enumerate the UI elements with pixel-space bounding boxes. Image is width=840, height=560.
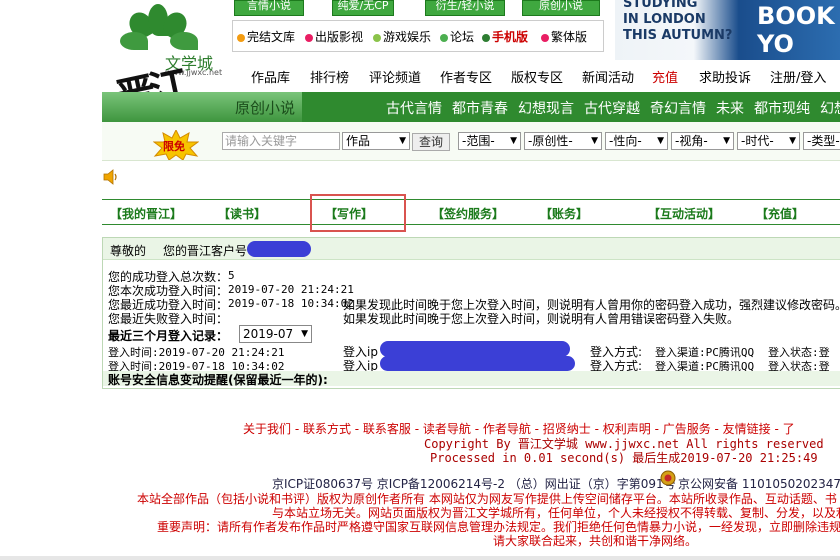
recent-logins-title: 最近三个月登入记录：	[108, 329, 229, 343]
tab-reading[interactable]: 【读书】	[218, 205, 266, 222]
tab-interactive[interactable]: 【互动活动】	[648, 205, 720, 222]
month-select[interactable]: 2019-07 ▼	[239, 325, 312, 343]
top-tab-romance[interactable]: 言情小说	[234, 0, 304, 16]
ad-text: STUDYING IN LONDON THIS AUTUMN?	[623, 0, 733, 43]
page-bottom-divider	[0, 556, 840, 560]
nav-authors[interactable]: 作者专区	[440, 67, 492, 86]
nav-login[interactable]: 注册/登入	[770, 67, 826, 86]
dropdown-arrow-icon: ▼	[399, 136, 406, 146]
search-input[interactable]: 请输入关键字	[222, 132, 340, 150]
menu-publishing[interactable]: 出版影视	[305, 28, 363, 45]
menu-completed[interactable]: 完结文库	[237, 28, 295, 45]
dropdown-arrow-icon: ▼	[723, 136, 730, 146]
highlight-box	[310, 194, 406, 232]
footer-processed: Processed in 0.01 second(s) 最后生成2019-07-…	[430, 451, 818, 465]
category-ancient-romance[interactable]: 古代言情	[386, 98, 442, 118]
bullet-icon	[541, 33, 549, 42]
nav-help[interactable]: 求助投诉	[699, 67, 751, 86]
tab-accounts[interactable]: 【账务】	[540, 205, 588, 222]
dropdown-arrow-icon: ▼	[657, 136, 664, 146]
menu-mobile[interactable]: 手机版	[482, 28, 528, 45]
search-type-select[interactable]: 作品 ▼	[342, 132, 410, 150]
leaf-icon	[170, 32, 198, 50]
free-badge-label: 限免	[163, 140, 185, 153]
redacted-account	[247, 241, 311, 257]
category-fantasy-modern[interactable]: 幻想现言	[518, 98, 574, 118]
footer-statement-4: 请大家联合起来，共创和谐干净网络。	[493, 534, 698, 548]
nav-news[interactable]: 新闻活动	[582, 67, 634, 86]
category-future[interactable]: 未来	[716, 98, 744, 118]
filter-scope[interactable]: -范围- ▼	[458, 132, 521, 150]
bullet-icon	[237, 33, 245, 42]
tab-contract[interactable]: 【签约服务】	[432, 205, 504, 222]
failed-login-note: 如果发现此时间晚于您上次登入时间，则说明有人曾用错误密码登入失败。	[343, 312, 740, 326]
category-urban-youth[interactable]: 都市青春	[452, 98, 508, 118]
top-tab-derivative[interactable]: 衍生/轻小说	[425, 0, 505, 16]
category-urban-pure[interactable]: 都市现纯	[754, 98, 810, 118]
greeting: 尊敬的	[110, 244, 147, 258]
category-time-travel[interactable]: 古代穿越	[584, 98, 640, 118]
category-fantasy[interactable]: 幻想	[820, 98, 840, 118]
failed-login-label: 您最近失败登入时间：	[108, 312, 229, 326]
filter-originality[interactable]: -原创性- ▼	[524, 132, 602, 150]
current-login-value: 2019-07-20 21:24:21	[228, 283, 354, 296]
tab-recharge[interactable]: 【充值】	[756, 205, 804, 222]
nav-copyright[interactable]: 版权专区	[511, 67, 563, 86]
bullet-icon	[440, 33, 448, 42]
tab-my-jinjiang[interactable]: 【我的晋江】	[110, 205, 182, 222]
nav-rankings[interactable]: 排行榜	[310, 67, 349, 86]
category-fantasy-romance[interactable]: 奇幻言情	[650, 98, 706, 118]
menu-forum[interactable]: 论坛	[440, 28, 474, 45]
leaf-icon	[120, 32, 148, 50]
filter-perspective[interactable]: -视角- ▼	[671, 132, 734, 150]
dropdown-arrow-icon: ▼	[510, 136, 517, 146]
dropdown-arrow-icon: ▼	[789, 136, 796, 146]
menu-games[interactable]: 游戏娱乐	[373, 28, 431, 45]
filter-era[interactable]: -时代- ▼	[737, 132, 800, 150]
redacted-ip	[380, 341, 570, 357]
nav-recharge[interactable]: 充值	[652, 67, 678, 86]
menu-traditional[interactable]: 繁体版	[541, 28, 587, 45]
dropdown-arrow-icon: ▼	[301, 329, 308, 339]
bullet-icon	[305, 33, 313, 42]
nav-library[interactable]: 作品库	[251, 67, 290, 86]
redacted-ip	[380, 356, 575, 371]
police-badge-icon	[660, 470, 676, 486]
security-title: 账号安全信息变动提醒(保留最近一年的):	[108, 373, 328, 387]
last-login-value: 2019-07-18 10:34:02	[228, 297, 354, 310]
speaker-icon[interactable]	[103, 169, 119, 185]
nav-reviews[interactable]: 评论频道	[369, 67, 421, 86]
top-tab-bl[interactable]: 纯爱/无CP	[332, 0, 394, 16]
ad-headline: BOOK YO	[757, 2, 835, 58]
top-tab-original[interactable]: 原创小说	[522, 0, 600, 16]
filter-genre[interactable]: -类型-	[803, 132, 840, 150]
login-count-value: 5	[228, 269, 235, 282]
bullet-icon	[373, 33, 381, 42]
mobile-icon	[482, 33, 490, 42]
account-label: 您的晋江客户号	[163, 244, 248, 258]
filter-orientation[interactable]: -性向- ▼	[605, 132, 668, 150]
search-button[interactable]: 查询	[412, 133, 450, 151]
category-current[interactable]: 原创小说	[235, 97, 295, 118]
dropdown-arrow-icon: ▼	[591, 136, 598, 146]
